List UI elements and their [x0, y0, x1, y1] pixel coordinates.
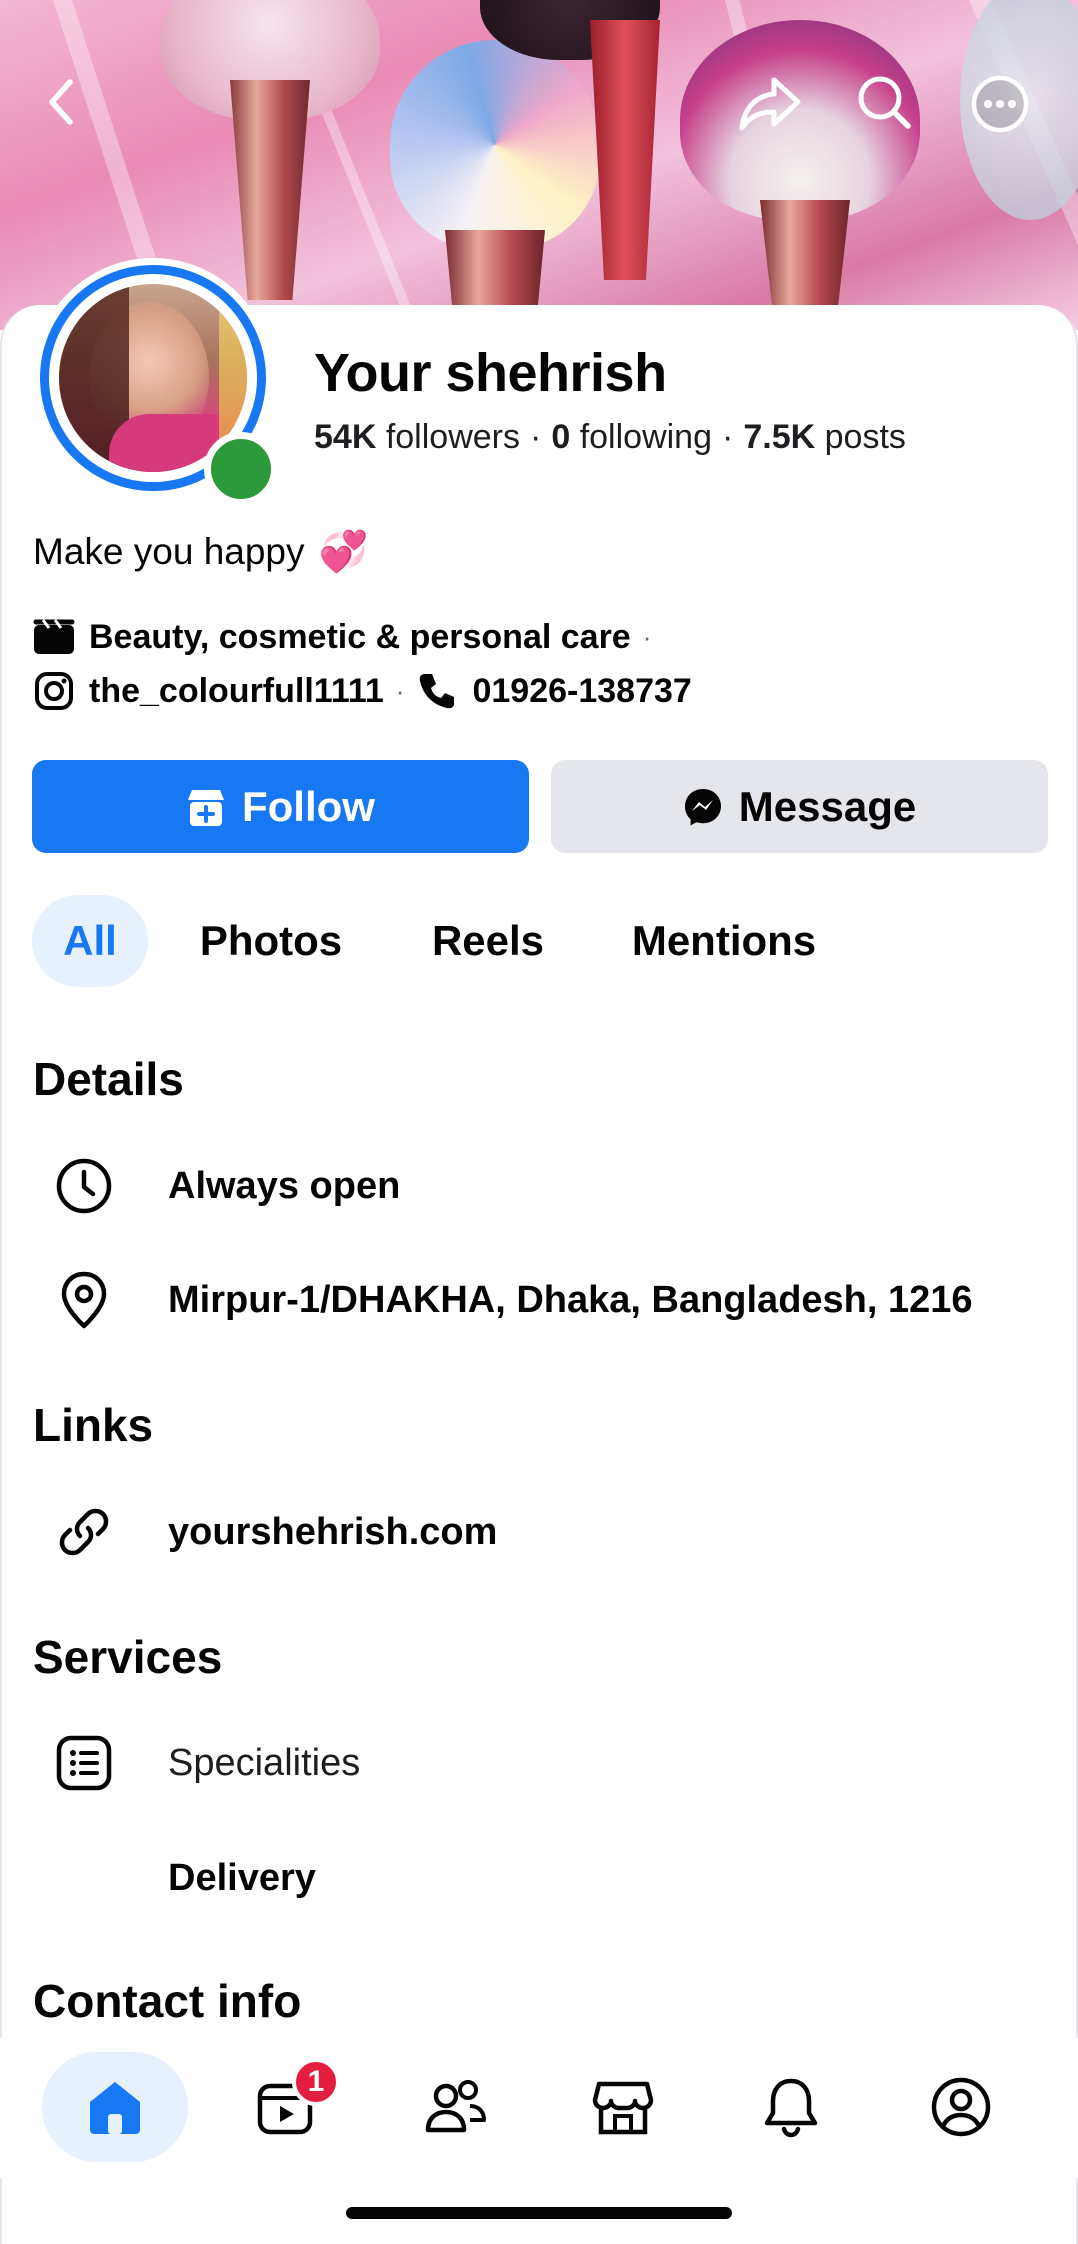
message-button[interactable]: Message — [551, 760, 1048, 853]
tab-reels[interactable]: Reels — [418, 895, 558, 987]
tab-photos[interactable]: Photos — [186, 895, 356, 987]
bio-text: Make you happy — [33, 530, 305, 572]
phone-icon — [416, 670, 458, 712]
posts-count: 7.5K — [743, 418, 816, 456]
more-icon — [971, 75, 1029, 133]
contact-row: the_colourfull1111 · 01926-138737 — [33, 670, 692, 712]
nav-profile[interactable] — [888, 2052, 1034, 2162]
location-pin-icon — [52, 1268, 116, 1332]
bio: Make you happy 💞 — [33, 528, 368, 575]
share-icon — [739, 77, 801, 131]
hours-text: Always open — [168, 1164, 401, 1207]
bottom-nav: 1 — [0, 2038, 1078, 2178]
website-link[interactable]: yourshehrish.com — [168, 1511, 497, 1554]
specialities-text: Specialities — [168, 1741, 361, 1784]
followers-count: 54K — [314, 418, 377, 456]
delivery-row: Delivery — [0, 1838, 1078, 1918]
back-button[interactable] — [26, 66, 98, 138]
contact-info-title: Contact info — [33, 1975, 302, 2027]
separator: · — [722, 418, 734, 456]
follow-icon — [188, 789, 224, 826]
delivery-text: Delivery — [168, 1856, 316, 1899]
separator: · — [642, 621, 652, 652]
online-status-dot — [204, 432, 278, 506]
details-title: Details — [33, 1053, 184, 1105]
page-name: Your shehrish — [314, 343, 667, 403]
separator: · — [395, 675, 405, 706]
following-label: following — [579, 418, 713, 456]
message-label: Message — [738, 782, 917, 830]
phone-number[interactable]: 01926-138737 — [472, 672, 691, 711]
share-button[interactable] — [734, 68, 806, 140]
more-button[interactable] — [964, 68, 1036, 140]
nav-home[interactable] — [42, 2052, 188, 2162]
address-text: Mirpur-1/DHAKHA, Dhaka, Bangladesh, 1216 — [168, 1278, 973, 1321]
hours-row: Always open — [0, 1146, 1078, 1226]
list-icon — [52, 1731, 116, 1795]
address-row[interactable]: Mirpur-1/DHAKHA, Dhaka, Bangladesh, 1216 — [0, 1260, 1078, 1340]
services-title: Services — [33, 1631, 223, 1683]
instagram-handle[interactable]: the_colourfull1111 — [89, 672, 384, 711]
tab-all[interactable]: All — [32, 895, 148, 987]
search-button[interactable] — [848, 66, 920, 138]
instagram-icon — [33, 670, 75, 712]
nav-friends[interactable] — [382, 2052, 528, 2162]
nav-marketplace[interactable] — [550, 2052, 696, 2162]
nav-video[interactable]: 1 — [212, 2052, 358, 2162]
home-icon — [90, 2082, 140, 2134]
category-row: Beauty, cosmetic & personal care · — [33, 616, 663, 658]
follow-label: Follow — [242, 782, 375, 830]
video-badge: 1 — [292, 2058, 340, 2106]
website-row[interactable]: yourshehrish.com — [0, 1492, 1078, 1572]
friends-icon — [425, 2080, 486, 2133]
followers-label: followers — [385, 418, 520, 456]
clock-icon — [52, 1154, 116, 1218]
clapperboard-icon — [33, 616, 75, 658]
home-indicator[interactable] — [346, 2207, 732, 2219]
tab-mentions[interactable]: Mentions — [620, 895, 828, 987]
links-title: Links — [33, 1399, 154, 1451]
posts-link[interactable]: 7.5K posts — [743, 418, 906, 456]
specialities-row: Specialities — [0, 1723, 1078, 1803]
follow-button[interactable]: Follow — [32, 760, 529, 853]
marketplace-icon — [592, 2081, 654, 2135]
nav-notifications[interactable] — [718, 2052, 864, 2162]
link-icon — [52, 1500, 116, 1564]
following-link[interactable]: 0 following — [551, 418, 712, 456]
search-icon — [858, 76, 911, 129]
followers-link[interactable]: 54K followers — [314, 418, 520, 456]
separator: · — [530, 418, 542, 456]
following-count: 0 — [551, 418, 571, 456]
messenger-icon — [684, 788, 721, 825]
chevron-left-icon — [49, 79, 73, 125]
bell-icon — [764, 2078, 818, 2138]
profile-icon — [931, 2077, 991, 2137]
category-text: Beauty, cosmetic & personal care — [89, 617, 631, 656]
bio-emoji: 💞 — [318, 530, 369, 574]
profile-stats: 54K followers · 0 following · 7.5K posts — [314, 418, 906, 457]
posts-label: posts — [824, 418, 906, 456]
